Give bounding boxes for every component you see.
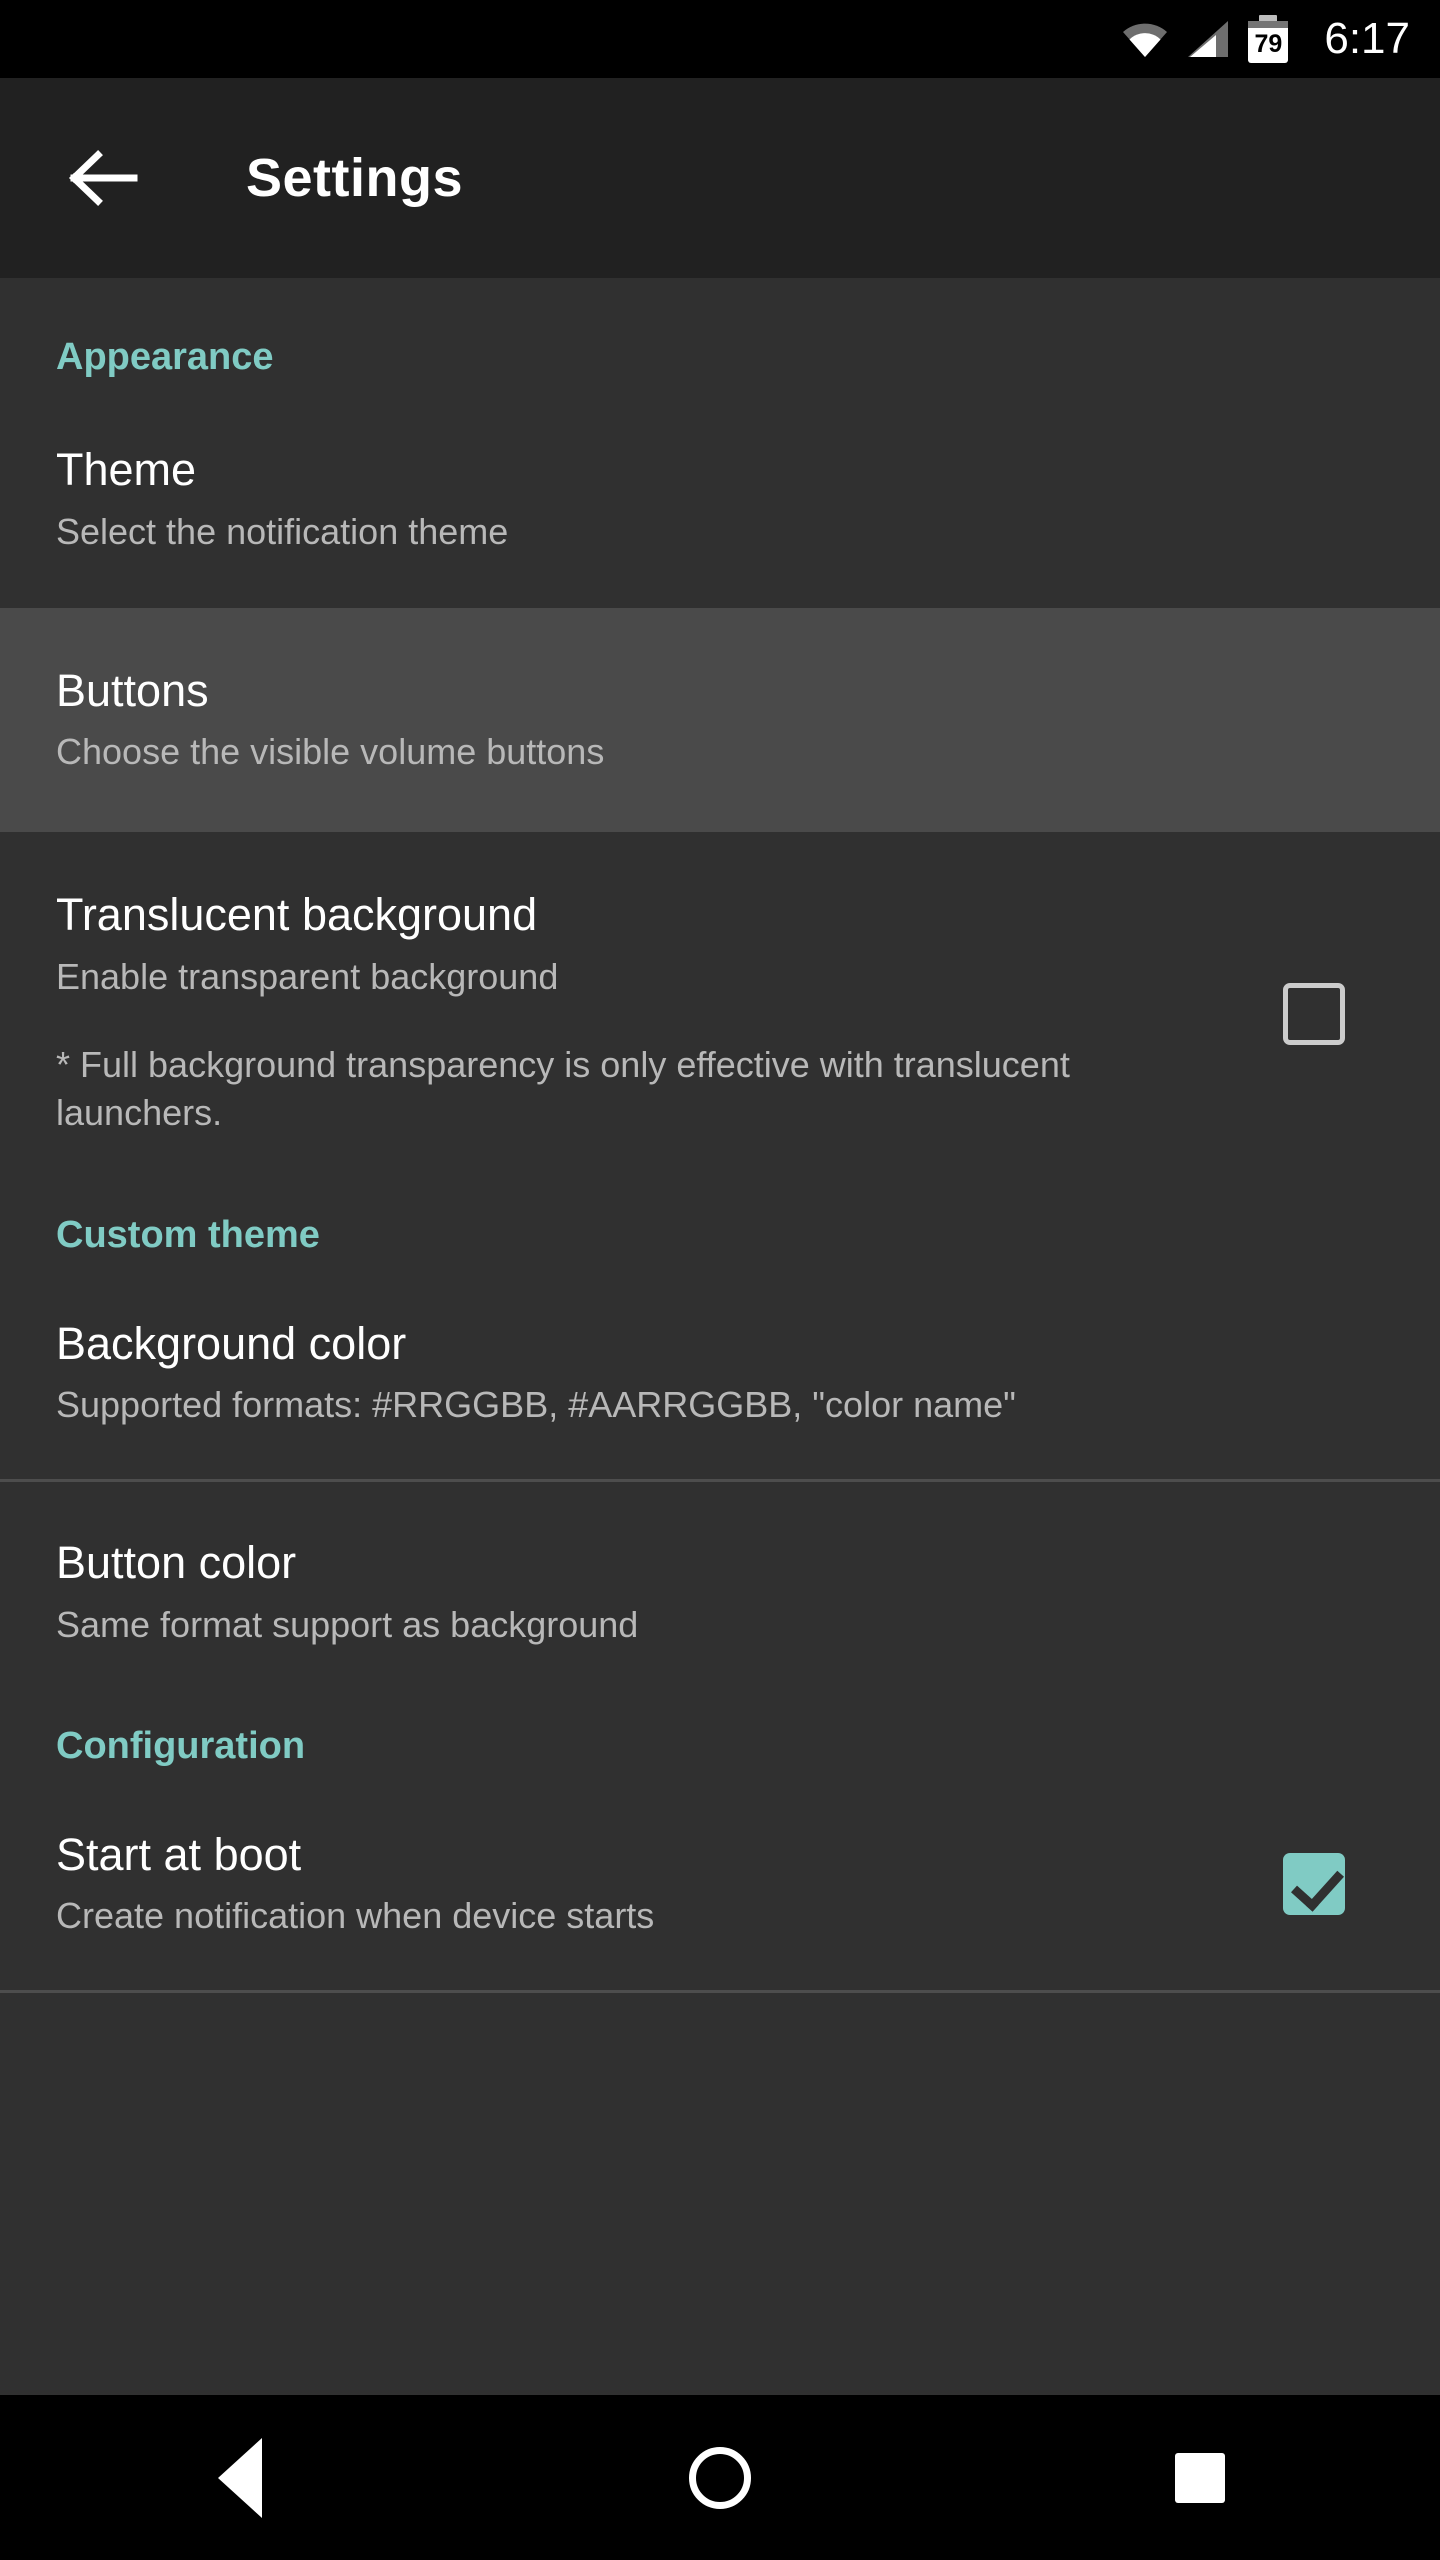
pref-buttons-summary: Choose the visible volume buttons (56, 731, 605, 772)
status-bar: 79 6:17 (0, 0, 1440, 78)
pref-buttons-title: Buttons (56, 664, 209, 716)
app-toolbar: Settings (0, 78, 1440, 278)
pref-translucent-title: Translucent background (56, 889, 538, 940)
pref-background-color[interactable]: Background color Supported formats: #RRG… (0, 1319, 1440, 1428)
pref-background-color-summary: Supported formats: #RRGGBB, #AARRGGBB, "… (56, 1384, 1016, 1426)
pref-buttons[interactable]: Buttons Choose the visible volume button… (0, 607, 1440, 832)
pref-start-at-boot[interactable]: Start at boot Create notification when d… (0, 1830, 1440, 1939)
status-bar-clock: 6:17 (1324, 14, 1410, 63)
pref-translucent-background[interactable]: Translucent background Enable transparen… (0, 890, 1440, 1138)
start-at-boot-checkbox-container[interactable] (1244, 1852, 1384, 1915)
cell-signal-icon (1186, 19, 1230, 59)
wifi-icon (1122, 19, 1168, 59)
translucent-checkbox-container[interactable] (1244, 982, 1384, 1045)
nav-home-button[interactable] (610, 2418, 830, 2538)
nav-recents-button[interactable] (1090, 2418, 1310, 2538)
settings-list[interactable]: Appearance Theme Select the notification… (0, 278, 1440, 2373)
system-navigation-bar (0, 2395, 1440, 2560)
arrow-back-icon (69, 150, 138, 206)
translucent-checkbox[interactable] (1283, 982, 1345, 1045)
back-button[interactable] (48, 123, 158, 233)
section-header-appearance: Appearance (56, 336, 274, 378)
pref-theme[interactable]: Theme Select the notification theme (0, 445, 1440, 554)
pref-button-color-title: Button color (56, 1537, 297, 1589)
battery-icon: 79 (1248, 15, 1289, 63)
status-bar-icons: 79 6:17 (1122, 14, 1410, 64)
back-icon (218, 2437, 262, 2518)
section-header-custom-theme: Custom theme (56, 1213, 320, 1256)
pref-button-color[interactable]: Button color Same format support as back… (0, 1538, 1440, 1647)
section-header-configuration: Configuration (56, 1724, 306, 1767)
nav-back-button[interactable] (130, 2418, 350, 2538)
recents-icon (1175, 2452, 1225, 2503)
page-title: Settings (246, 148, 464, 208)
home-icon (689, 2446, 751, 2509)
pref-theme-title: Theme (56, 444, 197, 495)
list-divider-bottom (0, 1990, 1440, 1994)
pref-translucent-summary: Enable transparent background (56, 955, 559, 997)
pref-start-at-boot-summary: Create notification when device starts (56, 1895, 655, 1937)
pref-button-color-summary: Same format support as background (56, 1603, 639, 1645)
phone-screen: 79 6:17 Settings Appearance Theme Select… (0, 0, 1440, 2560)
pref-start-at-boot-title: Start at boot (56, 1828, 302, 1880)
battery-level-text: 79 (1254, 29, 1283, 58)
start-at-boot-checkbox[interactable] (1283, 1852, 1345, 1915)
pref-theme-summary: Select the notification theme (56, 510, 509, 552)
pref-background-color-title: Background color (56, 1317, 407, 1369)
pref-translucent-note: * Full background transparency is only e… (56, 1043, 1070, 1134)
